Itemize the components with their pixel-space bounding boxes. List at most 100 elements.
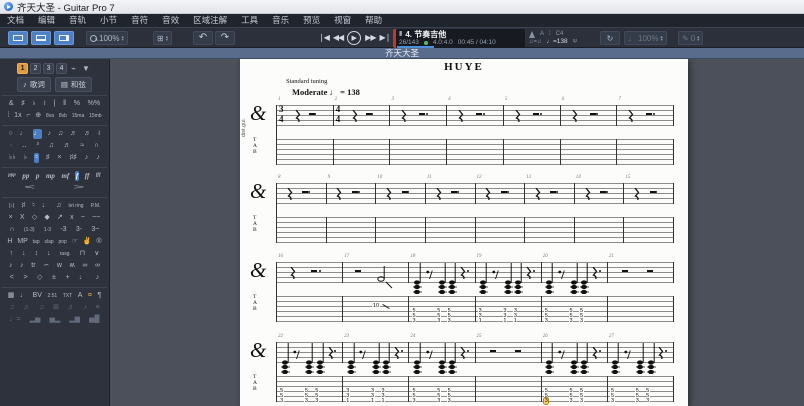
score-page[interactable]: HUYE Standard tuning Moderate ♩ = 138 &T… (240, 59, 688, 406)
note-token-qr[interactable] (459, 346, 466, 364)
tab-note[interactable]: 1 (503, 318, 507, 324)
note-token-dot[interactable] (665, 350, 667, 352)
note-token-dot[interactable] (606, 191, 608, 193)
palette-item[interactable]: ⊞ (52, 303, 60, 313)
palette-item[interactable]: & (8, 99, 15, 109)
palette-item[interactable]: ♭ (31, 99, 36, 109)
measure-1[interactable]: 134 (277, 105, 334, 165)
view-screen-button[interactable] (54, 31, 74, 45)
note-token-ch[interactable] (579, 262, 591, 299)
palette-item[interactable]: ♪ (84, 153, 90, 163)
palette-item[interactable]: 8va (45, 111, 55, 121)
palette-item[interactable]: ↑ (9, 249, 15, 259)
tab-note[interactable]: 3 (579, 398, 583, 404)
measure-18[interactable]: 18553553553 (409, 262, 475, 322)
palette-item[interactable]: + (64, 273, 70, 283)
palette-item[interactable]: ↗ (56, 213, 64, 223)
palette-item[interactable]: 15ma (71, 111, 86, 121)
palette-item[interactable]: 3- (75, 225, 83, 235)
palette-item[interactable]: 1x (13, 111, 22, 121)
palette-item[interactable]: (♪) (8, 201, 16, 211)
tab-note[interactable]: 3 (412, 318, 416, 324)
menu-item[interactable]: 音轨 (62, 14, 93, 27)
palette-item[interactable]: ♩ (41, 201, 50, 211)
palette-item[interactable]: < (9, 273, 15, 283)
palette-item[interactable]: ⊓ (79, 249, 86, 259)
note-token-hr[interactable] (533, 113, 539, 116)
measure-25[interactable]: 25 (476, 342, 542, 402)
palette-item[interactable]: ♩ (33, 129, 42, 139)
palette-item[interactable]: ♫ (48, 141, 55, 151)
note-token-dot[interactable] (653, 113, 655, 115)
palette-item[interactable]: tr (30, 261, 36, 271)
measure-13[interactable]: 13 (525, 183, 575, 243)
tab-note[interactable]: 3 (569, 398, 573, 404)
palette-item[interactable]: ♩ (19, 291, 28, 301)
note-token-qr[interactable] (335, 187, 342, 205)
measure-15[interactable]: 15 (624, 183, 674, 243)
palette-item[interactable]: let ring (68, 201, 85, 211)
palette-item[interactable]: 15mb (88, 111, 103, 121)
palette-item[interactable]: ♬ (63, 141, 72, 151)
tab-note[interactable]: 1 (371, 398, 375, 404)
menu-item[interactable]: 帮助 (358, 14, 389, 27)
palette-item[interactable]: ® (95, 237, 102, 247)
view-page-button[interactable] (8, 31, 28, 45)
measure-2[interactable]: 244 (334, 105, 391, 165)
note-token-ch[interactable] (447, 342, 459, 379)
note-token-hr[interactable] (590, 113, 596, 116)
palette-item[interactable]: > (70, 183, 88, 193)
palette-item[interactable]: rasg. (59, 249, 72, 259)
palette-item[interactable]: ✌ (82, 237, 93, 247)
tab-note[interactable]: 3 (447, 318, 451, 324)
palette-item[interactable]: ♪ (8, 261, 14, 271)
menu-item[interactable]: 视窗 (327, 14, 358, 27)
palette-item[interactable]: ≡ (95, 303, 101, 313)
palette-item[interactable]: ▂▆ (68, 315, 81, 325)
palette-item[interactable]: ↓ (46, 249, 52, 259)
speed-stepper[interactable]: ▴▾ (660, 35, 662, 42)
note-token-dot[interactable] (319, 270, 321, 272)
note-token-hr[interactable] (647, 270, 653, 273)
tab-note[interactable]: 3 (280, 398, 284, 404)
palette-item[interactable]: ◇ (36, 273, 43, 283)
layout-control[interactable]: ⊞ ▴▾ (153, 31, 172, 45)
tab-note[interactable]: 3 (437, 318, 441, 324)
note-token-r8[interactable] (293, 346, 300, 364)
palette-item[interactable]: ppp (7, 171, 17, 181)
palette-item[interactable]: ≀ (42, 99, 47, 109)
measure-23[interactable]: 23331331331 (343, 342, 409, 402)
palette-item[interactable]: ○ (7, 129, 13, 139)
zoom-control[interactable]: 100% ▴▾ (86, 31, 128, 45)
measure-21[interactable]: 21 (608, 262, 674, 322)
play-button[interactable]: ▶ (347, 31, 361, 45)
palette-item[interactable]: ∞ (94, 261, 101, 271)
note-token-qr[interactable] (457, 109, 464, 127)
note-token-dot[interactable] (457, 191, 459, 193)
measure-17[interactable]: 1710 (343, 262, 409, 322)
tab-note[interactable]: 1 (478, 318, 482, 324)
zoom-stepper[interactable]: ▴▾ (121, 35, 123, 42)
note-token-dot[interactable] (334, 350, 336, 352)
measure-14[interactable]: 14 (575, 183, 625, 243)
palette-item[interactable]: A (77, 291, 84, 301)
measure-22[interactable]: 22553553553 (277, 342, 343, 402)
palette-item[interactable]: ∞ (81, 261, 88, 271)
palette-item[interactable]: × (56, 153, 62, 163)
note-token-ch[interactable] (646, 342, 658, 379)
palette-item[interactable]: w (56, 261, 63, 271)
palette-item[interactable]: ¶ (96, 291, 102, 301)
palette-item[interactable]: mp (45, 171, 56, 181)
palette-item[interactable]: (1-3) (23, 225, 36, 235)
note-token-ch[interactable] (447, 262, 459, 299)
palette-item[interactable]: x (69, 213, 75, 223)
note-token-qr[interactable] (633, 187, 640, 205)
palette-item[interactable]: ♬ (22, 303, 31, 313)
palette-item[interactable]: ♫ (57, 129, 64, 139)
measure-4[interactable]: 4 (447, 105, 504, 165)
layout-stepper[interactable]: ▴▾ (166, 35, 168, 42)
palette-item[interactable]: MP (16, 237, 29, 247)
tempo-indicator[interactable]: ♩=138 (547, 38, 568, 46)
palette-item[interactable]: ⁞ (6, 111, 10, 121)
pencil-stepper[interactable]: ▴▾ (697, 35, 699, 42)
